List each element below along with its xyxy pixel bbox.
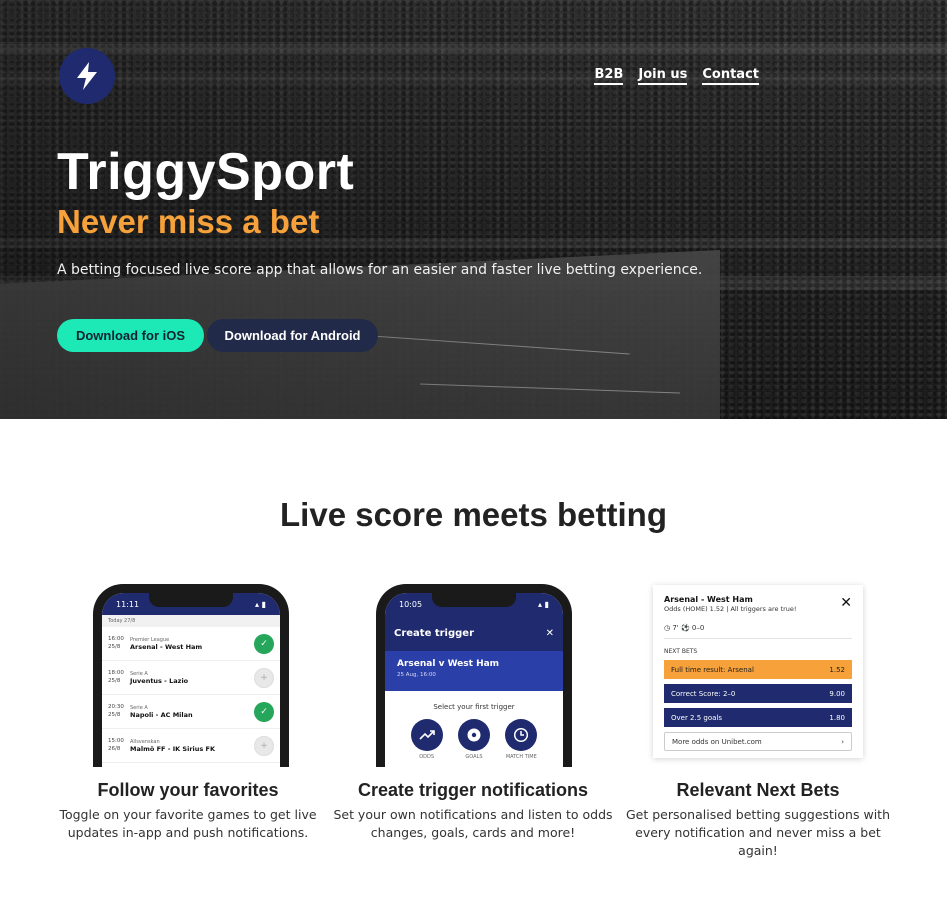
trigger-match-date: 25 Aug, 16:00 (397, 672, 436, 678)
bet-odds: 1.80 (829, 713, 845, 722)
date-header: Today 27/8 (102, 615, 280, 627)
favorite-toggle[interactable]: + (254, 735, 274, 756)
match-info: Serie A Juventus - Lazio (130, 671, 254, 685)
nav-link-contact[interactable]: Contact (702, 67, 759, 85)
favorite-toggle[interactable]: ✓ (254, 701, 274, 722)
signal-icon: ▴ ▮ (538, 599, 549, 609)
card-header: Arsenal - West Ham Odds (HOME) 1.52 | Al… (664, 595, 852, 613)
trigger-match: Arsenal v West Ham 25 Aug, 16:00 (385, 651, 563, 691)
bet-label: Over 2.5 goals (671, 713, 723, 722)
feature-title: Relevant Next Bets (676, 780, 840, 800)
phone-trigger-mockup: 10:05 ▴ ▮ Create trigger ✕ Arsenal v Wes… (376, 584, 572, 767)
hero-section: B2B Join us Contact TriggySport Never mi… (0, 0, 947, 419)
match-info: Premier League Arsenal - West Ham (130, 637, 254, 651)
next-bets-card: Arsenal - West Ham Odds (HOME) 1.52 | Al… (653, 585, 863, 758)
trigger-options: ODDS GOALS MATCH TIME (385, 711, 563, 760)
phone-notch (149, 593, 233, 607)
trigger-prompt: Select your first trigger (433, 703, 515, 711)
trigger-option-odds[interactable]: ODDS (410, 719, 443, 760)
nav-link-join-us[interactable]: Join us (638, 67, 688, 85)
next-bets-label: NEXT BETS (664, 648, 698, 655)
football-icon: ⚽ (680, 624, 690, 632)
feature-title: Create trigger notifications (357, 780, 589, 800)
lightning-bolt-icon (77, 62, 97, 90)
download-android-button[interactable]: Download for Android (207, 319, 378, 352)
match-time: 15:00 26/8 (108, 738, 124, 752)
chevron-right-icon: › (841, 737, 844, 746)
trigger-match-teams: Arsenal v West Ham (397, 659, 500, 669)
trigger-option-label: ODDS (419, 754, 435, 760)
check-icon: ✓ (260, 638, 268, 649)
trigger-header-title: Create trigger (394, 627, 475, 639)
card-match-title: Arsenal - West Ham (664, 595, 753, 604)
nav-link-b2b[interactable]: B2B (594, 67, 624, 85)
clock-icon (514, 727, 529, 743)
phone-notch (432, 593, 516, 607)
match-teams: Arsenal - West Ham (130, 642, 203, 651)
brand-title: TriggySport (57, 143, 355, 201)
brand-tagline: Never miss a bet (57, 203, 320, 240)
match-teams: Juventus - Lazio (130, 676, 189, 685)
trigger-option-label: GOALS (465, 754, 483, 760)
trigger-option-match-time[interactable]: MATCH TIME (505, 719, 538, 760)
clock-icon: ◷ (664, 624, 671, 632)
match-row[interactable]: 16:00 25/8 Premier League Arsenal - West … (102, 627, 280, 661)
top-nav: B2B Join us Contact (594, 67, 759, 85)
match-row[interactable]: 20:30 25/8 Serie A Napoli - AC Milan ✓ (102, 695, 280, 729)
check-icon: ✓ (260, 706, 268, 717)
trending-up-icon (419, 730, 435, 740)
match-row[interactable]: 15:00 26/8 Allsvenskan Malmö FF - IK Siri… (102, 729, 280, 763)
match-time: 16:00 25/8 (108, 636, 124, 650)
match-teams: Malmö FF - IK Sirius FK (130, 744, 215, 753)
match-score: 0–0 (691, 624, 705, 632)
favorite-toggle[interactable]: + (254, 667, 274, 688)
bet-odds: 1.52 (829, 665, 845, 674)
phone-screen: 11:11 ▴ ▮ Today 27/8 16:00 25/8 Premier L… (102, 593, 280, 767)
trigger-option-goals[interactable]: GOALS (457, 719, 490, 760)
football-icon (467, 728, 481, 742)
bet-option[interactable]: Full time result: Arsenal 1.52 (664, 660, 852, 679)
phone-favorites-mockup: 11:11 ▴ ▮ Today 27/8 16:00 25/8 Premier L… (93, 584, 289, 767)
feature-description: Toggle on your favorite games to get liv… (59, 807, 317, 840)
more-odds-label: More odds on Unibet.com (672, 737, 762, 746)
status-time: 10:05 (399, 599, 423, 609)
close-icon[interactable]: ✕ (840, 595, 852, 613)
match-time: 20:30 25/8 (108, 704, 124, 718)
bet-label: Full time result: Arsenal (671, 665, 754, 674)
status-time: 11:11 (116, 599, 140, 609)
plus-icon: + (260, 672, 268, 683)
card-subtitle: Odds (HOME) 1.52 | All triggers are true… (664, 605, 797, 613)
match-info: Allsvenskan Malmö FF - IK Sirius FK (130, 739, 254, 753)
match-status: ◷ 7' ⚽ 0–0 (664, 624, 852, 639)
match-info: Serie A Napoli - AC Milan (130, 705, 254, 719)
brand-description: A betting focused live score app that al… (57, 262, 703, 278)
more-odds-link[interactable]: More odds on Unibet.com › (664, 732, 852, 751)
trigger-header: Create trigger ✕ (385, 615, 563, 651)
signal-icon: ▴ ▮ (255, 599, 266, 609)
feature-title: Follow your favorites (97, 780, 279, 800)
bet-option[interactable]: Over 2.5 goals 1.80 (664, 708, 852, 727)
features-title: Live score meets betting (280, 496, 667, 533)
favorite-toggle[interactable]: ✓ (254, 633, 274, 654)
close-icon[interactable]: ✕ (546, 628, 554, 639)
trigger-option-label: MATCH TIME (505, 754, 537, 760)
plus-icon: + (260, 740, 268, 751)
phone-screen: 10:05 ▴ ▮ Create trigger ✕ Arsenal v Wes… (385, 593, 563, 767)
feature-description: Set your own notifications and listen to… (333, 807, 613, 840)
feature-description: Get personalised betting suggestions wit… (625, 807, 890, 858)
match-row[interactable]: 18:00 25/8 Serie A Juventus - Lazio + (102, 661, 280, 695)
bet-odds: 9.00 (829, 689, 845, 698)
match-minute: 7' (672, 624, 679, 632)
download-ios-button[interactable]: Download for iOS (57, 319, 204, 352)
brand-logo[interactable] (59, 48, 115, 104)
match-teams: Napoli - AC Milan (130, 710, 193, 719)
match-time: 18:00 25/8 (108, 670, 124, 684)
bet-label: Correct Score: 2–0 (671, 689, 736, 698)
bet-option[interactable]: Correct Score: 2–0 9.00 (664, 684, 852, 703)
